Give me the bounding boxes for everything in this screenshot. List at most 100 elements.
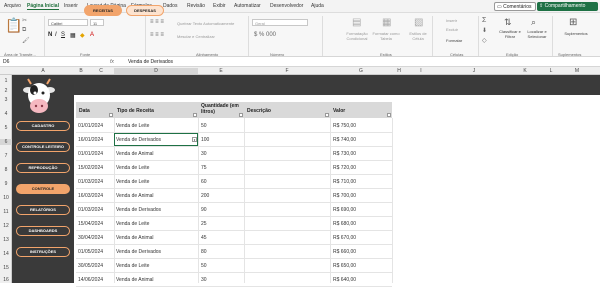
selected-cell[interactable] <box>114 133 198 146</box>
table-cell[interactable]: 01/03/2024 <box>78 179 103 185</box>
table-cell[interactable]: 01/03/2024 <box>78 207 103 213</box>
sort-filter-button[interactable]: Classificar e Filtrar <box>496 29 524 39</box>
bold-icon[interactable]: N <box>48 32 52 38</box>
table-cell[interactable]: 16/03/2024 <box>78 193 103 199</box>
number-format-select[interactable]: Geral <box>252 19 308 26</box>
name-box[interactable]: D6 <box>3 59 43 66</box>
table-cell[interactable]: 45 <box>201 235 207 241</box>
table-cell[interactable]: R$ 660,00 <box>333 249 356 255</box>
font-color-icon[interactable]: A <box>90 32 94 38</box>
italic-icon[interactable]: I <box>55 32 57 38</box>
table-cell[interactable]: 50 <box>201 263 207 269</box>
table-cell[interactable]: 80 <box>201 249 207 255</box>
table-cell[interactable]: 15/02/2024 <box>78 165 103 171</box>
table-cell[interactable]: Venda de Animal <box>116 277 154 283</box>
table-cell[interactable]: 60 <box>201 179 207 185</box>
cond-format-button[interactable]: Formatação Condicional <box>342 31 372 41</box>
addins-button[interactable]: Suplementos <box>556 31 596 36</box>
format-table-button[interactable]: Formatar como Tabela <box>372 31 400 41</box>
row-header[interactable]: 2 <box>0 88 12 94</box>
fill-icon[interactable]: ⬇ <box>482 27 487 34</box>
table-cell[interactable]: Venda de Leite <box>116 179 149 185</box>
align-bottom-icons[interactable]: ≡ ≡ ≡ <box>150 32 164 38</box>
table-cell[interactable]: R$ 720,00 <box>333 165 356 171</box>
column-header[interactable]: D <box>114 68 198 74</box>
format-cells-button[interactable]: Formatar <box>446 38 462 43</box>
column-header[interactable]: F <box>244 68 330 74</box>
column-header[interactable]: A <box>12 68 74 74</box>
row-header[interactable]: 3 <box>0 97 12 103</box>
table-cell[interactable]: 14/06/2024 <box>78 277 103 283</box>
table-cell[interactable]: 01/01/2024 <box>78 123 103 129</box>
table-cell[interactable]: 100 <box>201 137 209 143</box>
sidebar-item-dashboards[interactable]: DASHBOARDS <box>16 226 70 236</box>
table-cell[interactable]: 25 <box>201 221 207 227</box>
table-cell[interactable]: 01/01/2024 <box>78 151 103 157</box>
row-header[interactable]: 14 <box>0 251 12 257</box>
filter-dropdown-icon[interactable] <box>239 113 243 117</box>
menu-exibir[interactable]: Exibir <box>213 3 226 9</box>
align-icons[interactable]: ≡ ≡ ≡ <box>150 19 164 25</box>
merge-center-button[interactable]: Mesclar e Centralizar <box>177 34 215 39</box>
table-cell[interactable]: 30/04/2024 <box>78 235 103 241</box>
sidebar-item-reproducao[interactable]: REPRODUÇÃO <box>16 163 70 173</box>
filter-dropdown-icon[interactable] <box>325 113 329 117</box>
column-header[interactable]: B <box>74 68 88 74</box>
comments-button[interactable]: ▭ Comentários <box>494 2 536 11</box>
copy-icon[interactable]: ⧉ <box>22 27 26 34</box>
row-header[interactable]: 9 <box>0 181 12 187</box>
font-name-select[interactable]: Calibri <box>48 19 88 26</box>
tab-receitas[interactable]: RECEITAS <box>84 5 122 16</box>
row-header[interactable]: 6 <box>0 139 12 145</box>
table-cell[interactable]: Venda de Leite <box>116 221 149 227</box>
row-header[interactable]: 13 <box>0 237 12 243</box>
format-painter-icon[interactable]: 🖌 <box>22 37 30 44</box>
table-cell[interactable]: R$ 700,00 <box>333 193 356 199</box>
insert-cells-button[interactable]: Inserir <box>446 18 457 23</box>
table-cell[interactable]: Venda de Animal <box>116 151 154 157</box>
font-size-select[interactable]: 11 <box>90 19 104 26</box>
cond-format-icon[interactable]: ▤ <box>352 17 361 28</box>
cell-dropdown-icon[interactable]: ▾ <box>192 137 197 142</box>
menu-automatizar[interactable]: Automatizar <box>234 3 261 9</box>
row-header[interactable]: 8 <box>0 167 12 173</box>
column-header[interactable]: L <box>538 68 564 74</box>
cut-icon[interactable]: ✂ <box>22 17 27 24</box>
row-header[interactable]: 11 <box>0 209 12 215</box>
table-cell[interactable]: R$ 640,00 <box>333 277 356 283</box>
table-cell[interactable]: Venda de Leite <box>116 123 149 129</box>
menu-revisao[interactable]: Revisão <box>187 3 205 9</box>
row-header[interactable]: 12 <box>0 223 12 229</box>
table-cell[interactable]: 75 <box>201 165 207 171</box>
table-cell[interactable]: 200 <box>201 193 209 199</box>
column-header[interactable]: G <box>330 68 392 74</box>
table-cell[interactable]: Venda de Leite <box>116 263 149 269</box>
fill-color-icon[interactable]: ◆ <box>80 32 85 39</box>
cell-styles-icon[interactable]: ▧ <box>414 17 423 28</box>
tab-despesas[interactable]: DESPESAS <box>126 5 164 16</box>
column-header[interactable]: K <box>512 68 538 74</box>
table-cell[interactable]: Venda de Derivados <box>116 207 161 213</box>
delete-cells-button[interactable]: Excluir <box>446 27 458 32</box>
row-header[interactable]: 4 <box>0 111 12 117</box>
table-cell[interactable]: R$ 650,00 <box>333 263 356 269</box>
column-header[interactable]: M <box>564 68 590 74</box>
sidebar-item-cadastro[interactable]: CADASTRO <box>16 121 70 131</box>
column-header[interactable]: C <box>88 68 114 74</box>
table-cell[interactable]: Venda de Leite <box>116 165 149 171</box>
paste-icon[interactable]: 📋 <box>5 17 22 34</box>
table-cell[interactable]: 50 <box>201 123 207 129</box>
table-cell[interactable]: Venda de Derivados <box>116 249 161 255</box>
row-header[interactable]: 10 <box>0 195 12 201</box>
table-cell[interactable]: 01/05/2024 <box>78 249 103 255</box>
column-header[interactable]: J <box>436 68 512 74</box>
find-select-icon[interactable]: ⌕ <box>531 17 536 28</box>
sidebar-item-instrucoes[interactable]: INSTRUÇÕES <box>16 247 70 257</box>
find-select-button[interactable]: Localizar e Selecionar <box>524 29 550 39</box>
table-cell[interactable]: R$ 690,00 <box>333 207 356 213</box>
menu-inserir[interactable]: Inserir <box>64 3 78 9</box>
row-header[interactable]: 1 <box>0 78 12 84</box>
borders-icon[interactable]: ▦ <box>70 32 76 39</box>
formula-input[interactable]: Venda de Derivados <box>128 59 173 65</box>
table-cell[interactable]: 30 <box>201 277 207 283</box>
